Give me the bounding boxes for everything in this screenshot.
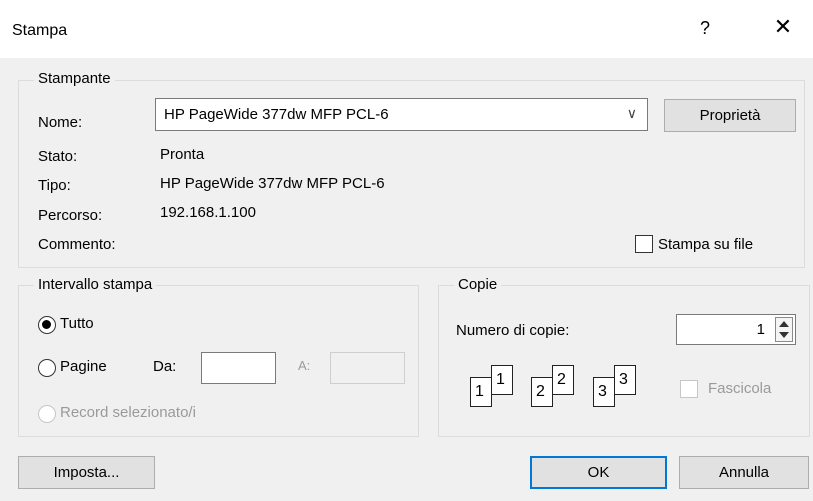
ok-button-label: OK — [587, 464, 610, 481]
pages-radio[interactable] — [38, 359, 56, 377]
collate-sheet-front: 3 — [593, 377, 615, 407]
properties-button-label: Proprietà — [699, 107, 761, 124]
properties-button[interactable]: Proprietà — [664, 99, 796, 132]
comment-label: Commento: — [38, 236, 116, 253]
copies-count-label: Numero di copie: — [456, 322, 570, 339]
print-to-file-label[interactable]: Stampa su file — [658, 236, 753, 253]
status-value: Pronta — [160, 146, 205, 163]
path-label: Percorso: — [38, 207, 103, 224]
collate-sheet-front: 2 — [531, 377, 553, 407]
type-value: HP PageWide 377dw MFP PCL-6 — [160, 175, 385, 192]
printer-name-label: Nome: — [38, 114, 83, 131]
collate-sheet-back-number: 3 — [619, 371, 628, 388]
selection-label: Record selezionato/i — [60, 404, 196, 421]
from-label: Da: — [153, 358, 177, 375]
collate-sheet-front: 1 — [470, 377, 492, 407]
pages-label[interactable]: Pagine — [60, 358, 107, 375]
chevron-down-icon: ∨ — [626, 105, 637, 121]
spin-arrows[interactable] — [775, 317, 793, 342]
to-label: A: — [298, 358, 311, 373]
copies-count-value: 1 — [756, 321, 765, 338]
status-label: Stato: — [38, 148, 78, 165]
cancel-button-label: Annulla — [718, 464, 770, 481]
collate-sheet-back: 1 — [491, 365, 513, 395]
print-to-file-checkbox[interactable] — [635, 235, 653, 253]
title-bar: Stampa ? ✕ — [0, 0, 813, 58]
collate-sheet-front-number: 1 — [475, 383, 484, 400]
print-dialog: Stampa ? ✕ Stampante Nome: HP PageWide 3… — [0, 0, 813, 501]
copies-count-stepper[interactable]: 1 — [676, 314, 796, 345]
help-button[interactable]: ? — [690, 18, 720, 39]
dialog-title: Stampa — [12, 22, 68, 39]
copies-legend: Copie — [454, 276, 502, 293]
spin-up-icon[interactable] — [779, 321, 789, 327]
spin-down-icon[interactable] — [779, 332, 789, 338]
collate-sheet-back-number: 1 — [496, 371, 505, 388]
collate-sheet-back: 3 — [614, 365, 636, 395]
cancel-button[interactable]: Annulla — [679, 456, 809, 489]
to-page-input[interactable] — [330, 352, 405, 384]
printer-name-select[interactable]: HP PageWide 377dw MFP PCL-6 ∨ — [155, 98, 648, 131]
collate-sheet-front-number: 2 — [536, 383, 545, 400]
collate-sheet-back: 2 — [552, 365, 574, 395]
collate-label: Fascicola — [708, 380, 772, 397]
path-value: 192.168.1.100 — [160, 204, 256, 221]
collate-sheet-back-number: 2 — [557, 371, 566, 388]
printer-name-value: HP PageWide 377dw MFP PCL-6 — [164, 106, 389, 123]
collate-sheet-front-number: 3 — [598, 383, 607, 400]
print-range-legend: Intervallo stampa — [34, 276, 157, 293]
setup-button[interactable]: Imposta... — [18, 456, 155, 489]
ok-button[interactable]: OK — [530, 456, 667, 489]
collate-checkbox[interactable] — [680, 380, 698, 398]
from-page-input[interactable] — [201, 352, 276, 384]
copies-group — [438, 285, 810, 437]
printer-group-legend: Stampante — [34, 70, 115, 87]
close-button[interactable]: ✕ — [766, 14, 800, 40]
setup-button-label: Imposta... — [53, 464, 120, 481]
type-label: Tipo: — [38, 177, 71, 194]
all-pages-radio[interactable] — [38, 316, 56, 334]
all-pages-label[interactable]: Tutto — [60, 315, 94, 332]
selection-radio[interactable] — [38, 405, 56, 423]
